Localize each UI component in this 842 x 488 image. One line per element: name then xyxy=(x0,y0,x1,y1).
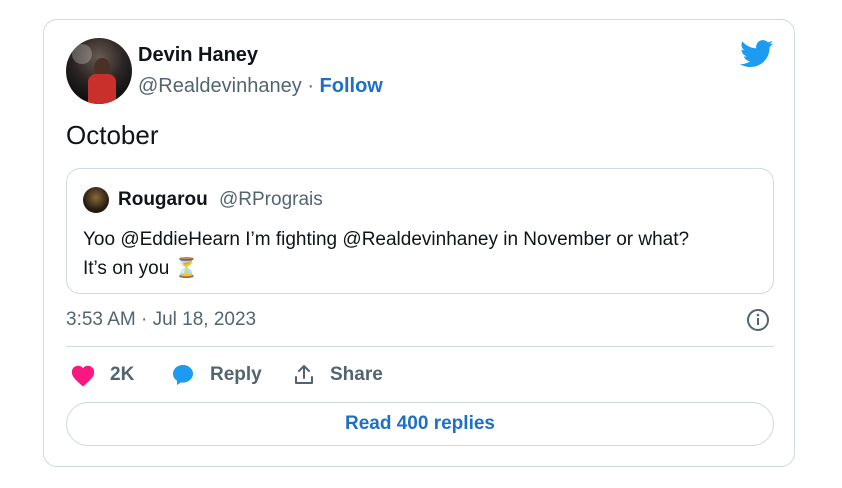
avatar-light xyxy=(72,44,92,64)
reply-bubble-icon xyxy=(173,365,193,385)
reply-button[interactable]: Reply xyxy=(170,363,262,387)
divider xyxy=(66,346,774,347)
share-button[interactable]: Share xyxy=(292,363,383,387)
action-bar: 2K Reply Share xyxy=(66,363,774,391)
quoted-author-avatar[interactable] xyxy=(83,187,109,213)
share-icon xyxy=(295,365,313,384)
heart-icon xyxy=(71,365,95,387)
tweet-timestamp[interactable]: 3:53 AM · Jul 18, 2023 xyxy=(66,309,256,331)
reply-label: Reply xyxy=(210,364,262,385)
read-replies-button[interactable]: Read 400 replies xyxy=(66,402,774,446)
twitter-logo-icon[interactable] xyxy=(740,40,774,68)
quoted-text-line-1: Yoo @EddieHearn I’m fighting @Realdevinh… xyxy=(83,229,690,250)
author-name[interactable]: Devin Haney xyxy=(138,44,258,67)
author-handle[interactable]: @Realdevinhaney xyxy=(138,75,302,97)
follow-button[interactable]: Follow xyxy=(320,75,383,97)
quoted-author-handle[interactable]: @RPrograis xyxy=(219,189,323,211)
share-label: Share xyxy=(330,364,383,385)
tweet-text: October xyxy=(66,120,159,150)
like-button[interactable]: 2K xyxy=(70,363,134,387)
quoted-author-name[interactable]: Rougarou xyxy=(118,189,208,211)
quoted-tweet-text: Yoo @EddieHearn I’m fighting @Realdevinh… xyxy=(83,225,763,283)
quoted-tweet[interactable]: Rougarou @RPrograis Yoo @EddieHearn I’m … xyxy=(66,168,774,294)
like-count: 2K xyxy=(110,364,135,385)
author-handle-line: @Realdevinhaney · Follow xyxy=(138,75,383,98)
quoted-text-line-2: It’s on you ⏳ xyxy=(83,258,199,279)
info-icon[interactable] xyxy=(746,308,770,332)
handle-separator: · xyxy=(307,75,314,97)
author-avatar[interactable] xyxy=(66,38,132,104)
avatar-shirt xyxy=(88,74,116,104)
tweet-card: Devin Haney @Realdevinhaney · Follow Oct… xyxy=(43,19,795,467)
